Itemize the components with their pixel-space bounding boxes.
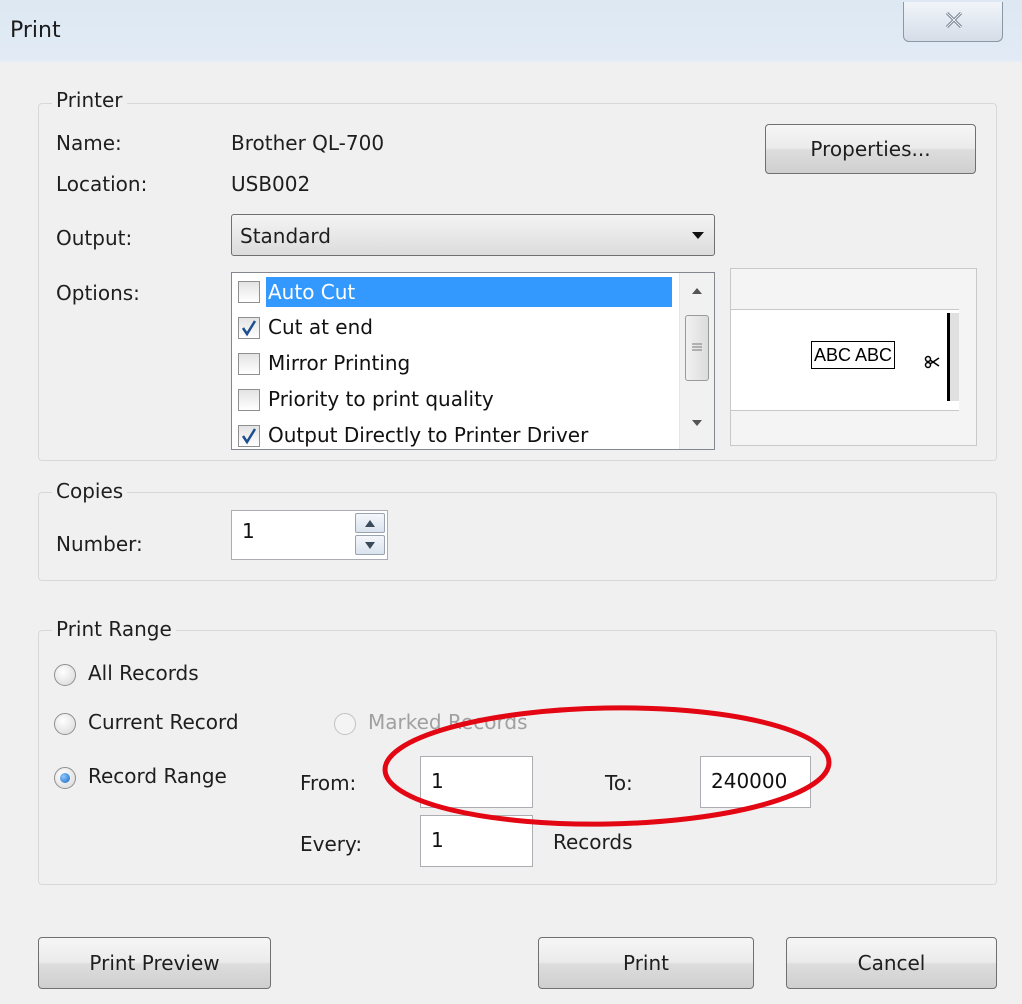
option-checkbox[interactable]: [238, 317, 260, 339]
spin-down-button[interactable]: [355, 535, 385, 555]
options-listbox[interactable]: Auto Cut Cut at end Mirror Printing Prio…: [231, 272, 715, 450]
all-records-label[interactable]: All Records: [88, 661, 199, 685]
marked-records-radio: [334, 713, 356, 735]
window-title: Print: [10, 18, 61, 43]
records-unit-label: Records: [553, 830, 633, 854]
output-label: Output:: [56, 226, 133, 250]
option-checkbox[interactable]: [238, 353, 260, 375]
current-record-radio[interactable]: [54, 713, 76, 735]
option-label: Mirror Printing: [268, 351, 411, 375]
option-label: Priority to print quality: [268, 387, 494, 411]
option-mirror-printing[interactable]: Mirror Printing: [234, 347, 674, 381]
close-icon: [945, 11, 963, 29]
output-select[interactable]: Standard: [231, 214, 715, 256]
tape-end-marker: [947, 313, 959, 401]
preview-label-text: ABC ABC: [811, 341, 896, 369]
option-priority-to-print-quality[interactable]: Priority to print quality: [234, 383, 674, 417]
copies-group-label: Copies: [52, 479, 128, 503]
print-button[interactable]: Print: [538, 937, 754, 989]
spin-up-button[interactable]: [355, 513, 385, 533]
scrollbar-thumb[interactable]: [685, 315, 709, 381]
spin-up-icon: [365, 520, 375, 527]
printer-group-label: Printer: [52, 88, 127, 112]
number-label: Number:: [56, 532, 143, 556]
spin-down-icon: [365, 542, 375, 549]
option-output-directly[interactable]: Output Directly to Printer Driver: [234, 419, 674, 449]
close-button[interactable]: [903, 2, 1003, 42]
copies-group: [38, 492, 997, 581]
checkmark-icon: [241, 320, 257, 337]
option-checkbox[interactable]: [238, 425, 260, 447]
cancel-button[interactable]: Cancel: [786, 937, 997, 989]
option-label: Cut at end: [268, 315, 373, 339]
option-auto-cut[interactable]: Auto Cut: [234, 275, 674, 309]
scissors-icon: [924, 355, 940, 369]
current-record-label[interactable]: Current Record: [88, 710, 239, 734]
print-range-group-label: Print Range: [52, 617, 176, 641]
record-range-label[interactable]: Record Range: [88, 764, 227, 788]
option-label: Auto Cut: [266, 277, 672, 307]
every-label: Every:: [300, 832, 363, 856]
options-scrollbar[interactable]: [679, 273, 714, 449]
option-label: Output Directly to Printer Driver: [268, 423, 589, 447]
option-checkbox[interactable]: [238, 389, 260, 411]
print-dialog: Print Printer Name: Brother QL-700 Locat…: [0, 0, 1022, 1004]
all-records-radio[interactable]: [54, 664, 76, 686]
chevron-down-icon[interactable]: [692, 232, 704, 239]
scroll-down-icon[interactable]: [691, 419, 703, 427]
copies-spinner[interactable]: [355, 513, 387, 557]
checkmark-icon: [241, 428, 257, 445]
option-checkbox[interactable]: [238, 281, 260, 303]
annotation-ellipse: [382, 705, 832, 827]
scroll-up-icon[interactable]: [691, 287, 703, 295]
print-preview-button[interactable]: Print Preview: [38, 937, 271, 989]
name-label: Name:: [56, 131, 122, 155]
grip-icon: [692, 343, 702, 351]
from-label: From:: [300, 771, 357, 795]
output-select-value: Standard: [240, 224, 331, 248]
label-preview: ABC ABC: [730, 268, 977, 446]
options-label: Options:: [56, 281, 140, 305]
record-range-radio[interactable]: [54, 767, 76, 789]
printer-name-value: Brother QL-700: [231, 131, 385, 155]
location-label: Location:: [56, 172, 148, 196]
properties-button[interactable]: Properties...: [765, 124, 976, 174]
printer-location-value: USB002: [231, 172, 311, 196]
option-cut-at-end[interactable]: Cut at end: [234, 311, 674, 345]
